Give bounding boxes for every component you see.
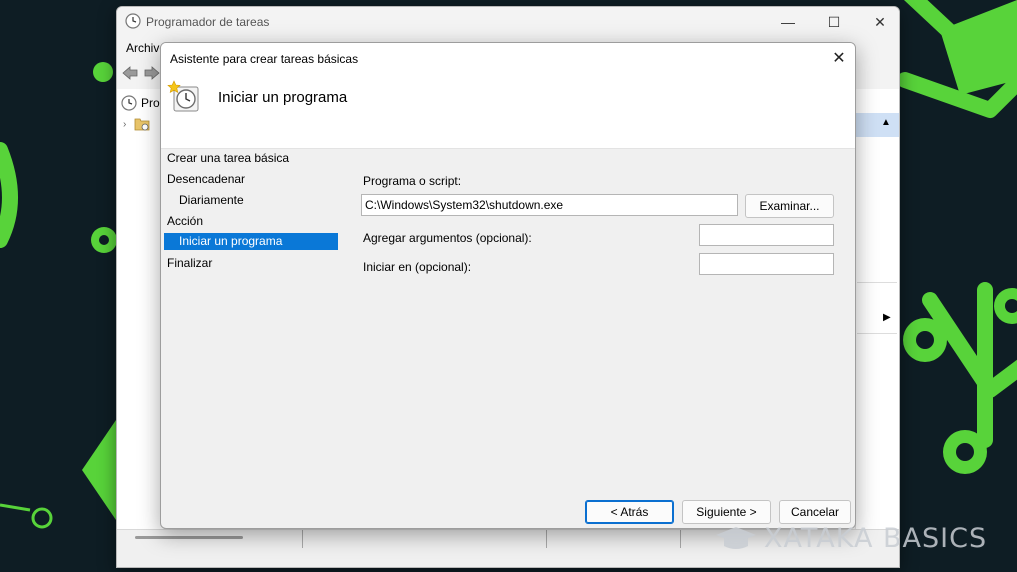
parent-window-title: Programador de tareas [146,15,270,29]
step-trigger: Desencadenar [167,172,246,186]
status-divider [680,530,681,548]
status-divider [302,530,303,548]
wizard-page-title: Iniciar un programa [218,89,348,106]
wizard-titlebar[interactable]: Asistente para crear tareas básicas ✕ [161,43,855,73]
actions-divider [857,333,897,334]
tree-root-label: Pro [141,96,160,110]
actions-divider [857,282,897,283]
collapse-up-icon[interactable]: ▲ [881,117,891,128]
maximize-button[interactable]: ☐ [811,7,857,37]
chevron-right-icon[interactable]: › [123,119,126,130]
start-in-input[interactable] [699,253,834,275]
clock-icon [125,13,141,29]
step-finish: Finalizar [167,256,213,270]
program-script-input[interactable] [361,194,738,216]
minimize-button[interactable]: — [765,7,811,37]
back-arrow-icon[interactable] [121,65,139,81]
actions-pane [855,89,899,529]
status-divider [546,530,547,548]
parent-titlebar[interactable]: Programador de tareas — ☐ ✕ [117,7,899,37]
watermark-text: XATAKA BASICS [764,522,988,554]
arguments-input[interactable] [699,224,834,246]
actions-header[interactable] [855,113,899,137]
start-in-label: Iniciar en (opcional): [363,260,472,274]
wizard-header: Iniciar un programa [161,73,855,149]
folder-icon [134,118,150,131]
step-daily: Diariamente [179,193,244,207]
back-button[interactable]: < Atrás [585,500,674,524]
parent-close-button[interactable]: ✕ [857,7,899,37]
basic-task-wizard: Asistente para crear tareas básicas ✕ In… [160,42,856,529]
expand-right-icon[interactable]: ▶ [883,312,891,323]
graduation-cap-icon [716,527,756,549]
tree-library-item[interactable]: › [123,115,150,133]
tree-root-item[interactable]: Pro [121,94,160,112]
horizontal-scrollbar[interactable] [135,536,243,539]
clock-icon [121,95,137,111]
forward-arrow-icon[interactable] [143,65,161,81]
arguments-label: Agregar argumentos (opcional): [363,231,532,245]
watermark: XATAKA BASICS [714,521,1014,555]
console-tree: Pro › [117,89,165,529]
step-start-program: Iniciar un programa [164,233,338,250]
program-script-label: Programa o script: [363,174,462,188]
task-clock-icon [167,80,199,112]
browse-button[interactable]: Examinar... [745,194,834,218]
wizard-close-button[interactable]: ✕ [825,45,853,71]
step-create-basic-task: Crear una tarea básica [167,151,290,165]
step-action: Acción [167,214,204,228]
wizard-title: Asistente para crear tareas básicas [170,52,359,66]
